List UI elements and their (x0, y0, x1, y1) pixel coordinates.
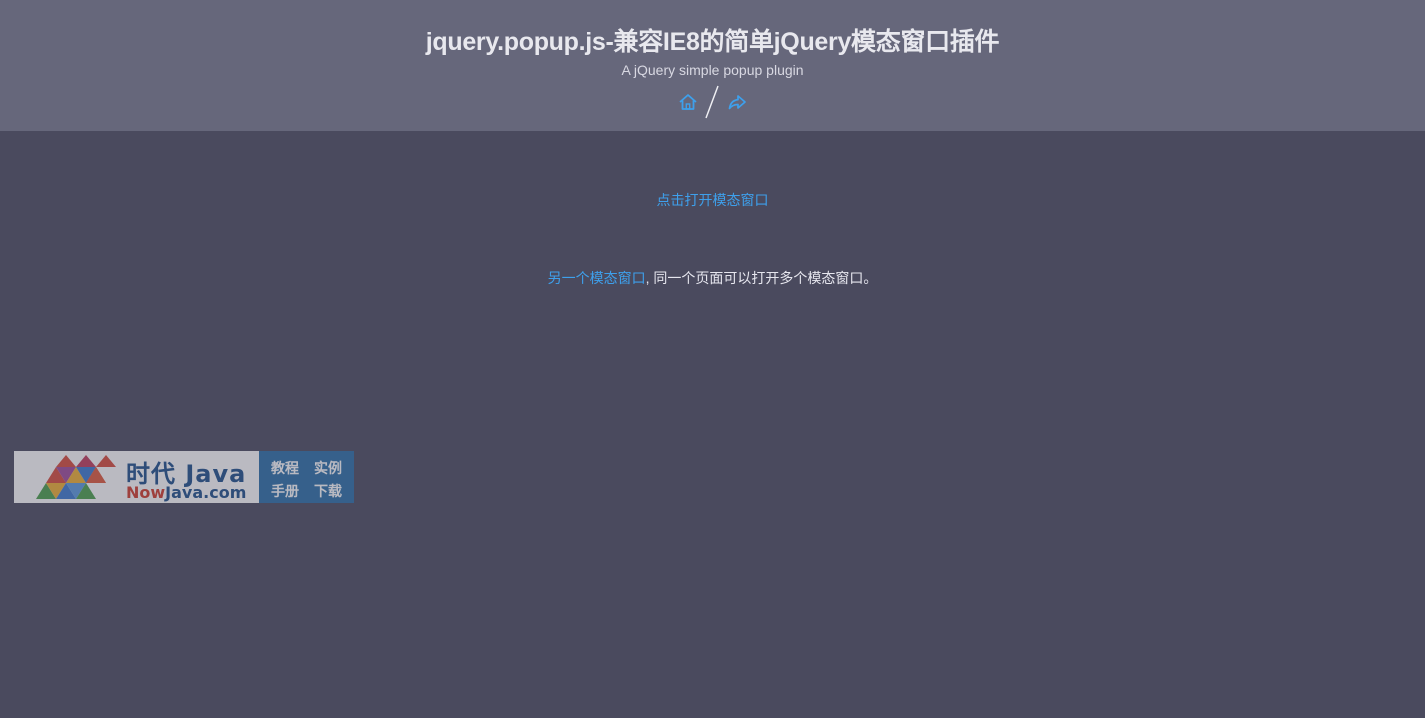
another-modal-text: , 同一个页面可以打开多个模态窗口。 (645, 270, 878, 286)
header-nav (676, 84, 750, 120)
open-modal-row: 点击打开模态窗口 (0, 190, 1425, 210)
another-modal-link[interactable]: 另一个模态窗口 (548, 270, 646, 286)
share-icon (728, 95, 746, 110)
watermark-menu-tutorial[interactable]: 教程 (271, 458, 299, 478)
page-header: jquery.popup.js-兼容IE8的简单jQuery模态窗口插件 A j… (0, 0, 1425, 131)
watermark-logo: 时代 Java NowJava.com 教程 实例 手册 下载 (14, 451, 354, 503)
watermark-brand-en-prefix: Now (126, 483, 166, 502)
share-link[interactable] (727, 92, 747, 112)
watermark-brand: 时代 Java NowJava.com (14, 451, 259, 503)
watermark-menu-manual[interactable]: 手册 (271, 481, 299, 501)
watermark-menu: 教程 实例 手册 下载 (259, 451, 354, 503)
triangle-logo-icon (36, 455, 116, 499)
watermark-brand-en: NowJava.com (126, 483, 246, 502)
nav-separator (705, 85, 719, 119)
watermark-menu-examples[interactable]: 实例 (314, 458, 342, 478)
watermark-brand-en-suffix: Java.com (165, 483, 247, 502)
another-modal-row: 另一个模态窗口, 同一个页面可以打开多个模态窗口。 (0, 268, 1425, 288)
watermark-menu-download[interactable]: 下载 (314, 481, 342, 501)
page-subtitle: A jQuery simple popup plugin (621, 62, 804, 78)
home-link[interactable] (678, 92, 698, 112)
page-title: jquery.popup.js-兼容IE8的简单jQuery模态窗口插件 (425, 28, 1000, 56)
home-icon (679, 94, 697, 110)
open-modal-link[interactable]: 点击打开模态窗口 (657, 192, 769, 208)
